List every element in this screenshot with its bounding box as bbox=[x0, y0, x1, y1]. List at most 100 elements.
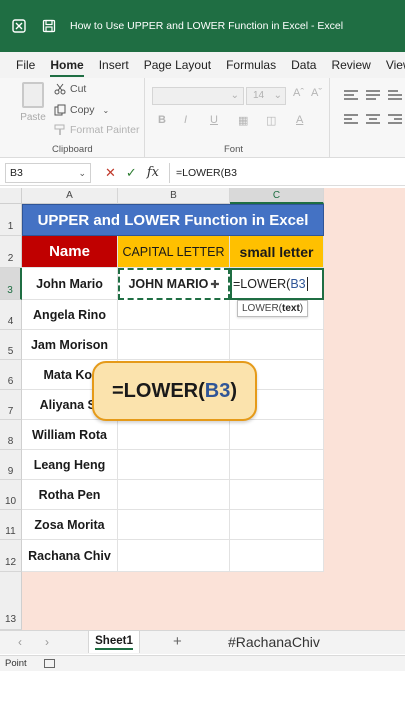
chevron-left-icon[interactable]: ‹ bbox=[18, 635, 22, 649]
align-left-icon[interactable] bbox=[344, 114, 358, 126]
format-painter-label: Format Painter bbox=[70, 124, 140, 136]
formula-bar: B3 ⌄ ✕ ✓ fx =LOWER(B3 bbox=[0, 160, 405, 186]
header-small-cell[interactable]: small letter bbox=[230, 236, 324, 268]
column-header-c[interactable]: C bbox=[230, 188, 324, 204]
chevron-down-icon[interactable]: ⌄ bbox=[103, 106, 110, 115]
sheet-title-cell[interactable]: UPPER and LOWER Function in Excel bbox=[22, 204, 324, 236]
callout-reference: B3 bbox=[204, 379, 231, 402]
font-group: ⌄ 14 ⌄ Aˆ Aˇ B I U ▦ ◫ A Font bbox=[146, 78, 330, 158]
column-header-b[interactable]: B bbox=[118, 188, 230, 204]
row-header-10[interactable]: 10 bbox=[0, 480, 22, 510]
row-header-6[interactable]: 6 bbox=[0, 360, 22, 390]
insert-function-icon[interactable]: fx bbox=[147, 165, 159, 180]
fill-color-icon[interactable]: ◫ bbox=[266, 114, 276, 127]
enter-check-icon[interactable]: ✓ bbox=[126, 165, 137, 181]
callout-suffix: ) bbox=[230, 379, 238, 402]
row-header-4[interactable]: 4 bbox=[0, 300, 22, 330]
macro-record-icon[interactable] bbox=[44, 659, 55, 668]
row-header-12[interactable]: 12 bbox=[0, 540, 22, 572]
font-name-dropdown[interactable]: ⌄ bbox=[152, 87, 244, 105]
tab-formulas[interactable]: Formulas bbox=[226, 58, 276, 72]
row-header-11[interactable]: 11 bbox=[0, 510, 22, 540]
increase-font-icon[interactable]: Aˆ bbox=[293, 87, 304, 99]
align-middle-icon[interactable] bbox=[366, 90, 380, 102]
tab-home[interactable]: Home bbox=[50, 58, 85, 77]
capital-cell[interactable] bbox=[118, 450, 230, 480]
capital-cell[interactable] bbox=[118, 300, 230, 330]
copy-button[interactable]: Copy ⌄ bbox=[54, 104, 109, 116]
cut-label: Cut bbox=[70, 83, 87, 95]
cell-c3-editing[interactable]: =LOWER(B3 bbox=[230, 268, 324, 300]
sheet-tab-sheet1[interactable]: Sheet1 bbox=[88, 631, 140, 653]
row-header-13[interactable]: 13 bbox=[0, 572, 22, 630]
row-header-2[interactable]: 2 bbox=[0, 236, 22, 268]
tab-file[interactable]: File bbox=[16, 58, 35, 72]
name-box[interactable]: B3 ⌄ bbox=[5, 162, 91, 183]
align-bottom-icon[interactable] bbox=[388, 90, 402, 102]
tab-page-layout[interactable]: Page Layout bbox=[144, 58, 211, 72]
small-cell[interactable] bbox=[230, 510, 324, 540]
ribbon: Paste Cut Copy ⌄ Format Painter Clipboar… bbox=[0, 78, 405, 158]
cell-b3-referenced[interactable]: JOHN MARIO ✚ bbox=[118, 268, 230, 300]
formula-controls: ✕ ✓ fx bbox=[105, 165, 159, 181]
capital-cell[interactable] bbox=[118, 330, 230, 360]
tooltip-function: LOWER( bbox=[242, 303, 282, 314]
small-cell[interactable] bbox=[230, 330, 324, 360]
tooltip-close: ) bbox=[299, 303, 304, 314]
add-sheet-button[interactable]: + bbox=[173, 633, 182, 650]
name-cell[interactable]: John Mario bbox=[22, 268, 118, 300]
decrease-font-icon[interactable]: Aˇ bbox=[311, 87, 322, 99]
chevron-right-icon[interactable]: › bbox=[45, 635, 49, 649]
function-tooltip[interactable]: LOWER(text) bbox=[237, 300, 309, 317]
row-header-1[interactable]: 1 bbox=[0, 204, 22, 236]
name-cell[interactable]: Leang Heng bbox=[22, 450, 118, 480]
tab-review[interactable]: Review bbox=[331, 58, 370, 72]
row-header-5[interactable]: 5 bbox=[0, 330, 22, 360]
row-header-9[interactable]: 9 bbox=[0, 450, 22, 480]
cancel-icon[interactable]: ✕ bbox=[105, 165, 116, 181]
select-all-corner[interactable] bbox=[0, 188, 22, 204]
align-top-icon[interactable] bbox=[344, 90, 358, 102]
font-size-dropdown[interactable]: 14 ⌄ bbox=[246, 87, 286, 105]
save-icon[interactable] bbox=[42, 19, 56, 33]
cut-button[interactable]: Cut bbox=[54, 83, 86, 95]
small-cell[interactable] bbox=[230, 450, 324, 480]
chevron-down-icon[interactable]: ⌄ bbox=[78, 164, 86, 182]
small-cell[interactable] bbox=[230, 480, 324, 510]
name-cell[interactable]: William Rota bbox=[22, 420, 118, 450]
name-cell[interactable]: Rachana Chiv bbox=[22, 540, 118, 572]
row-header-7[interactable]: 7 bbox=[0, 390, 22, 420]
tooltip-argument: text bbox=[282, 303, 300, 314]
format-painter-button[interactable]: Format Painter bbox=[54, 124, 139, 136]
row-header-3[interactable]: 3 bbox=[0, 268, 22, 300]
small-cell[interactable] bbox=[230, 420, 324, 450]
align-right-icon[interactable] bbox=[388, 114, 402, 126]
capital-cell[interactable] bbox=[118, 420, 230, 450]
ribbon-tabs: File Home Insert Page Layout Formulas Da… bbox=[0, 52, 405, 78]
column-header-a[interactable]: A bbox=[22, 188, 118, 204]
name-cell[interactable]: Rotha Pen bbox=[22, 480, 118, 510]
small-cell[interactable] bbox=[230, 540, 324, 572]
capital-cell[interactable] bbox=[118, 510, 230, 540]
name-cell[interactable]: Jam Morison bbox=[22, 330, 118, 360]
paste-button[interactable]: Paste bbox=[18, 82, 48, 123]
tab-insert[interactable]: Insert bbox=[99, 58, 129, 72]
italic-button[interactable]: I bbox=[184, 114, 187, 126]
header-capital-cell[interactable]: CAPITAL LETTER bbox=[118, 236, 230, 268]
borders-icon[interactable]: ▦ bbox=[238, 114, 248, 127]
bold-button[interactable]: B bbox=[158, 114, 166, 126]
align-center-icon[interactable] bbox=[366, 114, 380, 126]
tab-view[interactable]: View bbox=[386, 58, 405, 72]
clipboard-group: Paste Cut Copy ⌄ Format Painter Clipboar… bbox=[0, 78, 145, 158]
underline-button[interactable]: U bbox=[210, 114, 218, 126]
sheet-tab-bar: ‹ › Sheet1 + #RachanaChiv bbox=[0, 630, 405, 654]
formula-input[interactable]: =LOWER(B3 bbox=[168, 162, 237, 183]
capital-cell[interactable] bbox=[118, 540, 230, 572]
row-header-8[interactable]: 8 bbox=[0, 420, 22, 450]
tab-data[interactable]: Data bbox=[291, 58, 316, 72]
name-cell[interactable]: Angela Rino bbox=[22, 300, 118, 330]
capital-cell[interactable] bbox=[118, 480, 230, 510]
font-color-icon[interactable]: A bbox=[296, 114, 303, 126]
name-cell[interactable]: Zosa Morita bbox=[22, 510, 118, 540]
header-name-cell[interactable]: Name bbox=[22, 236, 118, 268]
